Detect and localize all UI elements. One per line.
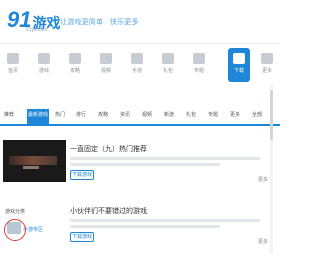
more-link[interactable]: 更多 [258,176,268,183]
nav-item-games[interactable]: 游戏 [33,48,55,82]
nav-label: 首页 [7,68,18,74]
game-title[interactable]: 一直固定（九）热门推荐 [70,144,147,154]
site-slogan: 让游戏更简单 · 快乐更多 [60,19,139,26]
side-mini-link[interactable]: 手游专区 [23,226,43,233]
nav-item-topics[interactable]: 专题 [188,48,210,82]
nav-label: 攻略 [69,68,80,74]
game-description [70,163,220,166]
nav-item-download[interactable]: 下载 [228,48,250,82]
nav-label: 手游 [131,68,142,74]
thumbnail-art [9,156,57,165]
nav-label: 视频 [100,68,111,74]
tab-guides[interactable]: 攻略 [98,109,108,126]
tab-new-games[interactable]: 新游 [164,109,174,126]
nav-item-mobile[interactable]: 手游 [126,48,148,82]
game-description [70,219,260,222]
nav-item-more[interactable]: 更多 [256,48,278,82]
nav-label: 游戏 [38,68,49,74]
nav-item-videos[interactable]: 视频 [95,48,117,82]
game-title[interactable]: 小伙伴们不要错过的游戏 [70,206,147,216]
nav-item-gifts[interactable]: 礼包 [157,48,179,82]
tab-more[interactable]: 更多 [230,109,240,126]
thumbnail-highlight [23,166,39,169]
download-button[interactable]: 下载游戏 [70,170,94,180]
gamepad-icon [38,53,50,64]
category-tabs: 推荐 最新游戏 热门 排行 攻略 资讯 视频 新游 礼包 专题 更多 全部 [0,104,280,126]
scrollbar-thumb[interactable] [270,90,273,140]
tab-ranking[interactable]: 排行 [76,109,86,126]
phone-icon [131,53,143,64]
tab-hot[interactable]: 热门 [55,109,65,126]
tab-topics[interactable]: 专题 [208,109,218,126]
tab-latest[interactable]: 最新游戏 [27,109,49,126]
nav-label: 更多 [261,68,272,74]
tab-recommend[interactable]: 推荐 [4,109,14,126]
nav-label: 下载 [233,68,244,74]
game-description [70,225,220,228]
nav-item-guides[interactable]: 攻略 [64,48,86,82]
game-thumbnail[interactable] [3,140,66,182]
side-label: 游戏分类 [5,209,26,215]
download-icon [233,53,245,64]
more-link[interactable]: 更多 [258,238,268,245]
tab-videos[interactable]: 视频 [142,109,152,126]
game-description [70,157,260,160]
nav-item-home[interactable]: 首页 [2,48,24,82]
highlight-circle [4,219,26,241]
tab-news[interactable]: 资讯 [120,109,130,126]
tab-all[interactable]: 全部 [252,109,262,126]
main-nav: 首页 游戏 攻略 视频 手游 礼包 专题 下载 更多 [0,44,280,84]
gift-icon [162,53,174,64]
nav-label: 专题 [193,68,204,74]
book-icon [69,53,81,64]
tab-gifts[interactable]: 礼包 [186,109,196,126]
site-header: 91 游戏 91yx.com 让游戏更简单 · 快乐更多 [0,0,280,44]
more-icon [261,53,273,64]
logo-subtitle: 91yx.com [26,27,48,33]
home-icon [7,53,19,64]
grid-icon [193,53,205,64]
video-icon [100,53,112,64]
download-button[interactable]: 下载游戏 [70,232,94,242]
nav-label: 礼包 [162,68,173,74]
